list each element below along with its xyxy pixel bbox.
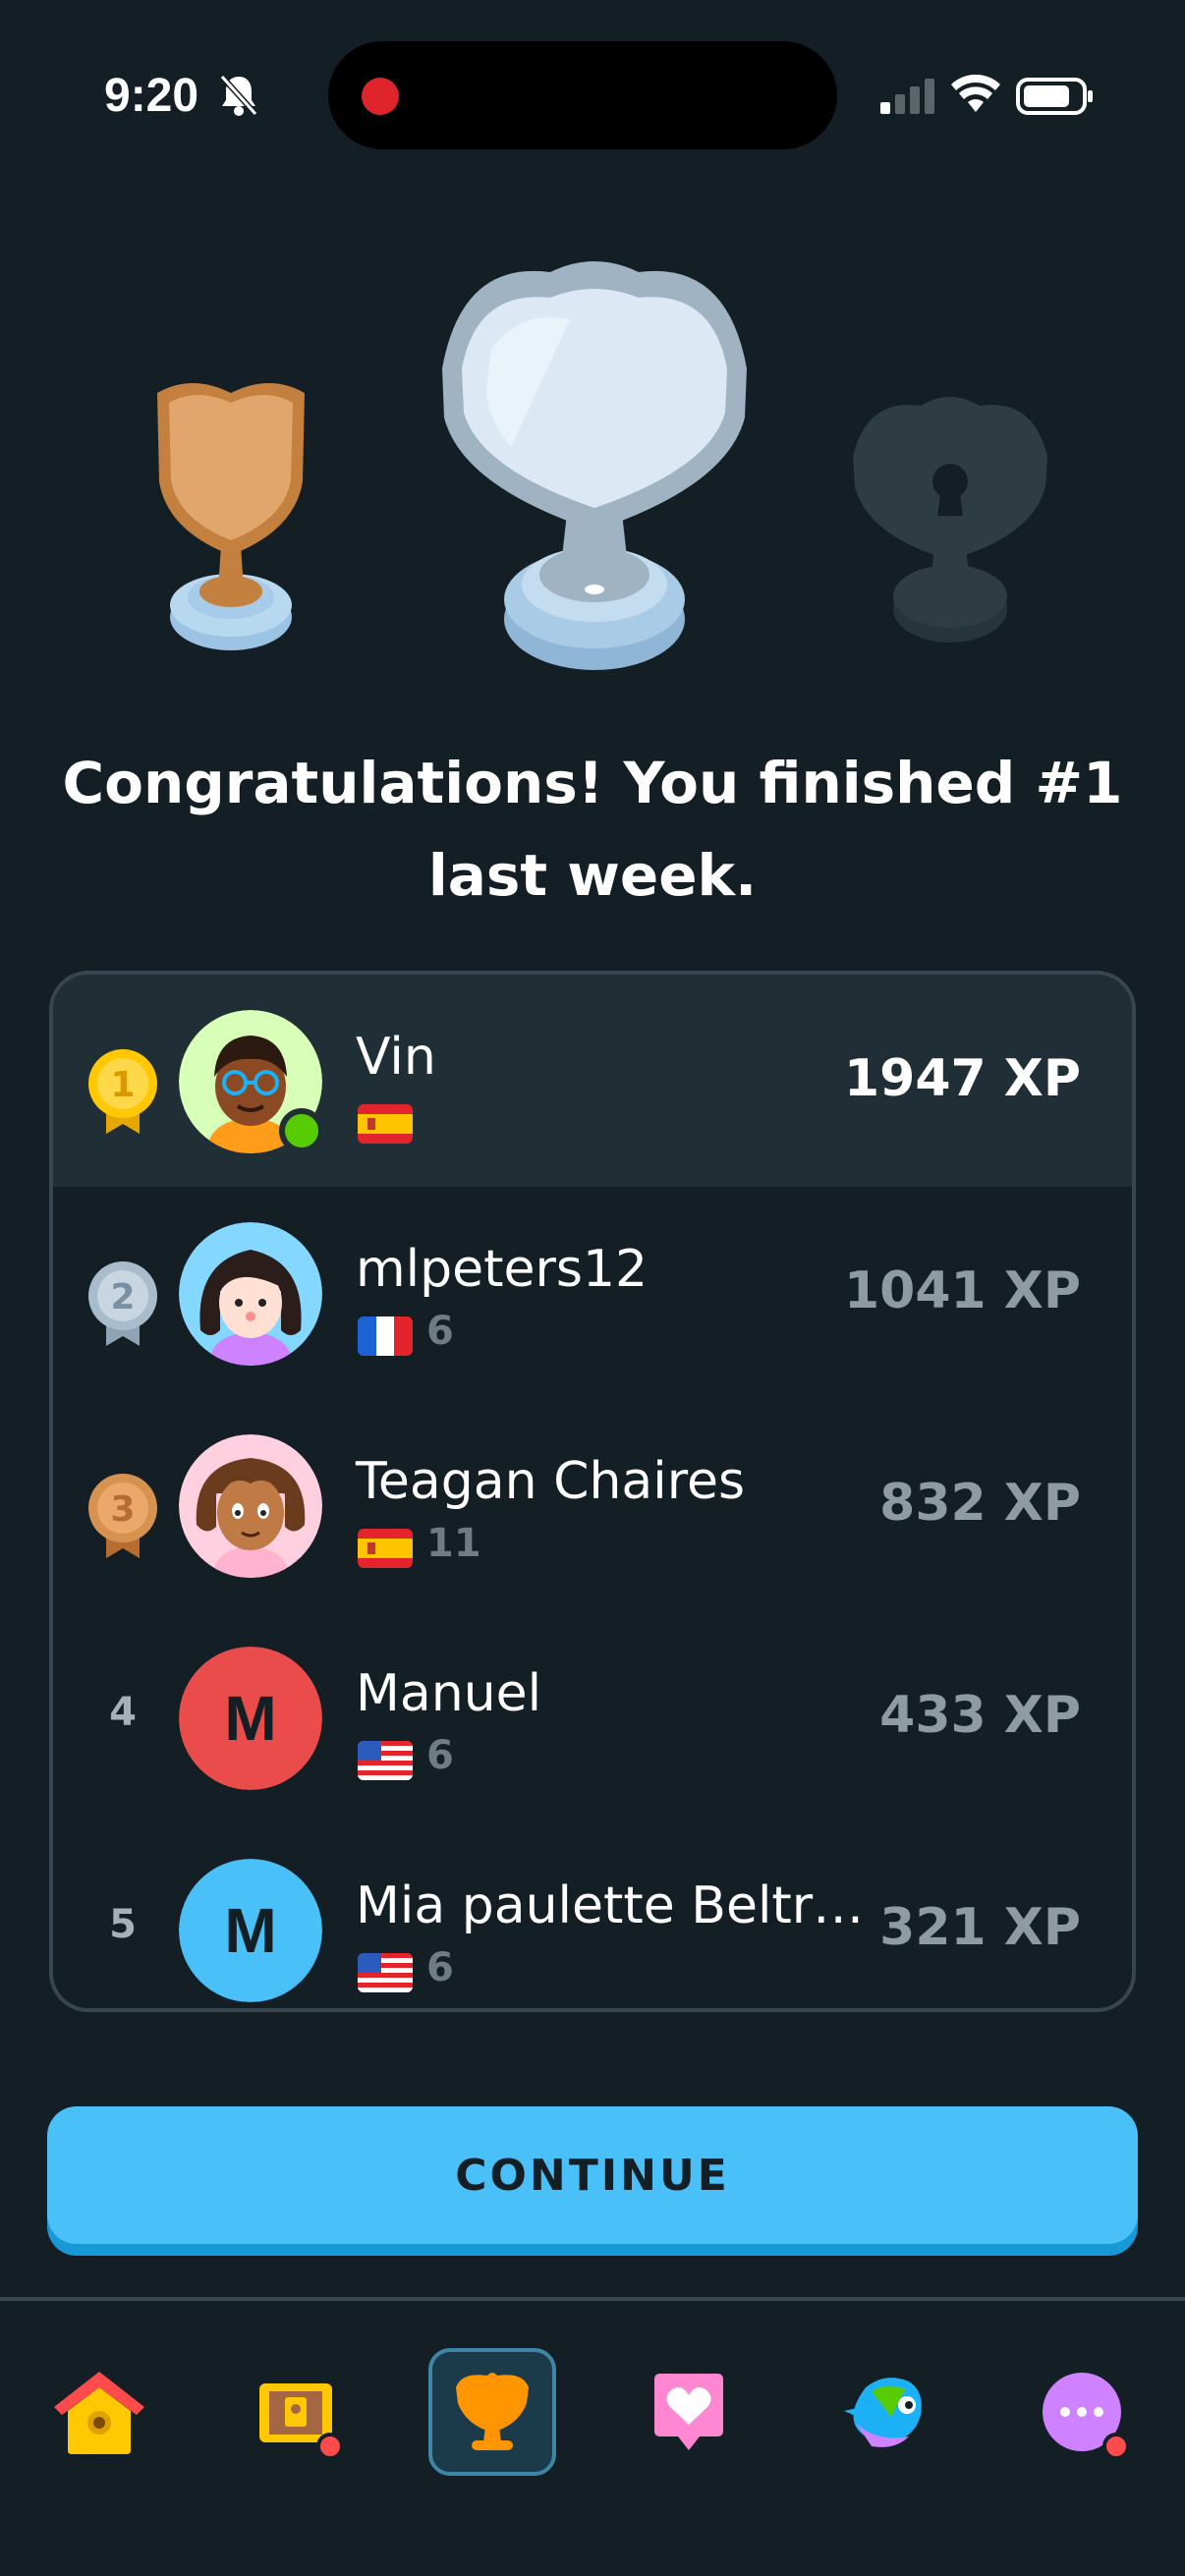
bottom-nav: [0, 2297, 1185, 2576]
avatar-initial: M: [179, 1647, 322, 1790]
gold-medal-icon: 1: [88, 1049, 157, 1134]
streak-count: 6: [426, 1733, 454, 1778]
xp-value: 1041 XP: [843, 1261, 1081, 1320]
recording-indicator: [362, 78, 399, 115]
rank-number: 5: [109, 1902, 137, 1947]
svg-text:3: 3: [110, 1489, 135, 1530]
notification-badge: [1102, 2433, 1130, 2460]
continue-button[interactable]: CONTINUE: [47, 2106, 1138, 2244]
last-week-leaderboard: 1 Vin 1947 XP 2 mlpeters12 6 1041 XP 3 T…: [49, 971, 1136, 2012]
bronze-medal-icon: 3: [88, 1474, 157, 1558]
nav-home[interactable]: [35, 2348, 163, 2476]
status-bar: 9:20: [0, 0, 1185, 187]
user-name: Teagan Chaires: [356, 1452, 746, 1511]
leaderboard-row[interactable]: 4 M Manuel 6 433 XP: [53, 1611, 1132, 1823]
spain-flag-icon: [358, 1104, 413, 1144]
avatar: [179, 1222, 322, 1366]
streak-count: 6: [426, 1309, 454, 1354]
xp-value: 433 XP: [879, 1686, 1081, 1745]
svg-text:2: 2: [110, 1277, 135, 1317]
silver-medal-icon: 2: [88, 1261, 157, 1346]
avatar: M: [179, 1647, 322, 1790]
leaderboard-row[interactable]: 3 Teagan Chaires 11 832 XP: [53, 1399, 1132, 1611]
xp-value: 321 XP: [879, 1898, 1081, 1957]
home-icon: [54, 2372, 144, 2454]
nav-practice[interactable]: [625, 2348, 753, 2476]
dynamic-island: [328, 41, 837, 149]
xp-value: 1947 XP: [843, 1049, 1081, 1108]
user-name: mlpeters12: [356, 1240, 649, 1299]
xp-value: 832 XP: [879, 1474, 1081, 1533]
locked-trophy-icon: [853, 397, 1047, 643]
wifi-icon: [951, 75, 1000, 112]
nav-more[interactable]: [1018, 2348, 1146, 2476]
usa-flag-icon: [358, 1953, 413, 1992]
france-flag-icon: [358, 1316, 413, 1356]
bell-muted-icon: [219, 74, 258, 117]
trophy-icon: [456, 2373, 529, 2450]
user-name: Mia paulette Beltr…: [356, 1876, 865, 1935]
congratulations-headline: Congratulations! You finished #1 last we…: [62, 750, 1123, 909]
leaderboard-row[interactable]: 2 mlpeters12 6 1041 XP: [53, 1187, 1132, 1399]
online-status-indicator: [279, 1108, 324, 1153]
silver-trophy-icon: [442, 261, 747, 670]
leaderboard-row[interactable]: 1 Vin 1947 XP: [53, 975, 1132, 1187]
battery-icon: [1016, 78, 1093, 115]
avatar-initial: M: [179, 1859, 322, 2002]
nav-character[interactable]: [821, 2348, 949, 2476]
streak-count: 6: [426, 1945, 454, 1990]
nav-leaderboard[interactable]: [428, 2348, 556, 2476]
notification-badge: [316, 2433, 344, 2460]
user-name: Manuel: [356, 1664, 542, 1723]
streak-count: 11: [426, 1521, 481, 1566]
bronze-trophy-icon: [157, 383, 305, 650]
league-trophies: [0, 246, 1185, 688]
cellular-signal-icon: [880, 79, 934, 114]
spain-flag-icon: [358, 1529, 413, 1568]
usa-flag-icon: [358, 1741, 413, 1780]
avatar: M: [179, 1859, 322, 2002]
svg-text:1: 1: [110, 1065, 135, 1105]
user-name: Vin: [356, 1028, 436, 1087]
user-avatar-icon: [179, 1222, 322, 1366]
leaderboard-row[interactable]: 5 M Mia paulette Beltr… 6 321 XP: [53, 1823, 1132, 2008]
status-time: 9:20: [104, 70, 199, 122]
rank-number: 4: [109, 1690, 137, 1735]
nav-quests[interactable]: [232, 2348, 360, 2476]
avatar: [179, 1434, 322, 1578]
user-avatar-icon: [179, 1434, 322, 1578]
heart-icon: [654, 2374, 723, 2450]
character-icon: [844, 2378, 922, 2447]
